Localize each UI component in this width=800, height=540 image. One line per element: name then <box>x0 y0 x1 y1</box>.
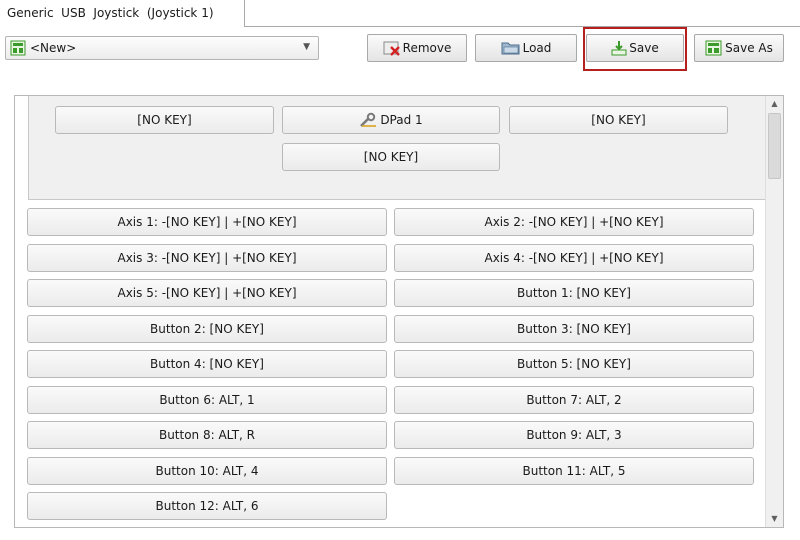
binding-button[interactable]: Button 11: ALT, 5 <box>394 457 754 485</box>
binding-button[interactable]: Button 12: ALT, 6 <box>27 492 387 520</box>
binding-button[interactable]: Button 6: ALT, 1 <box>27 386 387 414</box>
binding-label: Axis 1: -[NO KEY] | +[NO KEY] <box>117 215 297 229</box>
dpad-mapping-label: DPad 1 <box>380 113 423 127</box>
remove-button[interactable]: Remove <box>367 34 467 62</box>
save-as-icon <box>705 40 723 56</box>
dpad-up-left-button[interactable]: [NO KEY] <box>55 106 274 134</box>
tab-bar: Generic USB Joystick (Joystick 1) <box>0 0 800 27</box>
binding-button[interactable]: Button 3: [NO KEY] <box>394 315 754 343</box>
scroll-up-icon[interactable]: ▲ <box>766 96 783 112</box>
binding-label: Axis 4: -[NO KEY] | +[NO KEY] <box>484 251 664 265</box>
binding-label: Axis 3: -[NO KEY] | +[NO KEY] <box>117 251 297 265</box>
binding-button[interactable]: Button 7: ALT, 2 <box>394 386 754 414</box>
load-button[interactable]: Load <box>475 34 577 62</box>
dpad-up-right-button[interactable]: [NO KEY] <box>509 106 728 134</box>
binding-button[interactable]: Button 9: ALT, 3 <box>394 421 754 449</box>
binding-label: Button 6: ALT, 1 <box>159 393 255 407</box>
binding-label: Button 3: [NO KEY] <box>517 322 631 336</box>
binding-label: Button 5: [NO KEY] <box>517 357 631 371</box>
binding-button[interactable]: Axis 3: -[NO KEY] | +[NO KEY] <box>27 244 387 272</box>
binding-button[interactable]: Axis 5: -[NO KEY] | +[NO KEY] <box>27 279 387 307</box>
binding-label: Button 2: [NO KEY] <box>150 322 264 336</box>
dpad-mapping-button[interactable]: DPad 1 <box>282 106 500 134</box>
folder-icon <box>501 40 521 56</box>
binding-label: Button 10: ALT, 4 <box>155 464 259 478</box>
binding-button[interactable]: Button 10: ALT, 4 <box>27 457 387 485</box>
binding-label: Axis 2: -[NO KEY] | +[NO KEY] <box>484 215 664 229</box>
profile-dropdown[interactable]: <New> ▼ <box>5 36 319 60</box>
binding-button[interactable]: Button 4: [NO KEY] <box>27 350 387 378</box>
binding-label: Button 4: [NO KEY] <box>150 357 264 371</box>
tab-label: Generic USB Joystick (Joystick 1) <box>7 6 214 20</box>
binding-button[interactable]: Axis 1: -[NO KEY] | +[NO KEY] <box>27 208 387 236</box>
remove-icon <box>383 40 401 56</box>
chevron-down-icon: ▼ <box>303 42 310 52</box>
binding-label: Button 7: ALT, 2 <box>526 393 622 407</box>
binding-button[interactable]: Button 2: [NO KEY] <box>27 315 387 343</box>
load-label: Load <box>522 41 552 55</box>
binding-label: Button 11: ALT, 5 <box>522 464 626 478</box>
binding-button[interactable]: Button 8: ALT, R <box>27 421 387 449</box>
vertical-scrollbar[interactable]: ▲ ▼ <box>765 96 783 527</box>
dpad-up-right-label: [NO KEY] <box>591 113 646 127</box>
scroll-down-icon[interactable]: ▼ <box>766 511 783 527</box>
binding-button[interactable]: Axis 4: -[NO KEY] | +[NO KEY] <box>394 244 754 272</box>
save-as-label: Save As <box>725 41 773 55</box>
save-as-button[interactable]: Save As <box>694 34 784 62</box>
wrench-icon <box>359 112 379 128</box>
save-highlight-box <box>583 27 687 71</box>
dpad-up-left-label: [NO KEY] <box>137 113 192 127</box>
dpad-down-button[interactable]: [NO KEY] <box>282 143 500 171</box>
tab-generic-usb-joystick[interactable]: Generic USB Joystick (Joystick 1) <box>0 0 245 27</box>
binding-label: Button 8: ALT, R <box>158 428 256 442</box>
binding-label: Button 1: [NO KEY] <box>517 286 631 300</box>
binding-label: Button 12: ALT, 6 <box>155 499 259 513</box>
remove-label: Remove <box>402 41 452 55</box>
profile-icon <box>10 40 26 56</box>
mapping-panel: [NO KEY] DPad 1 [NO KEY] [NO KEY] Axis 1… <box>14 95 784 528</box>
binding-button[interactable]: Button 5: [NO KEY] <box>394 350 754 378</box>
binding-button[interactable]: Axis 2: -[NO KEY] | +[NO KEY] <box>394 208 754 236</box>
scrollbar-thumb[interactable] <box>768 113 781 179</box>
dpad-group: [NO KEY] DPad 1 [NO KEY] [NO KEY] <box>28 96 768 200</box>
binding-label: Axis 5: -[NO KEY] | +[NO KEY] <box>117 286 297 300</box>
dpad-down-label: [NO KEY] <box>363 150 419 164</box>
profile-value: <New> <box>30 41 77 55</box>
binding-label: Button 9: ALT, 3 <box>526 428 622 442</box>
binding-button[interactable]: Button 1: [NO KEY] <box>394 279 754 307</box>
